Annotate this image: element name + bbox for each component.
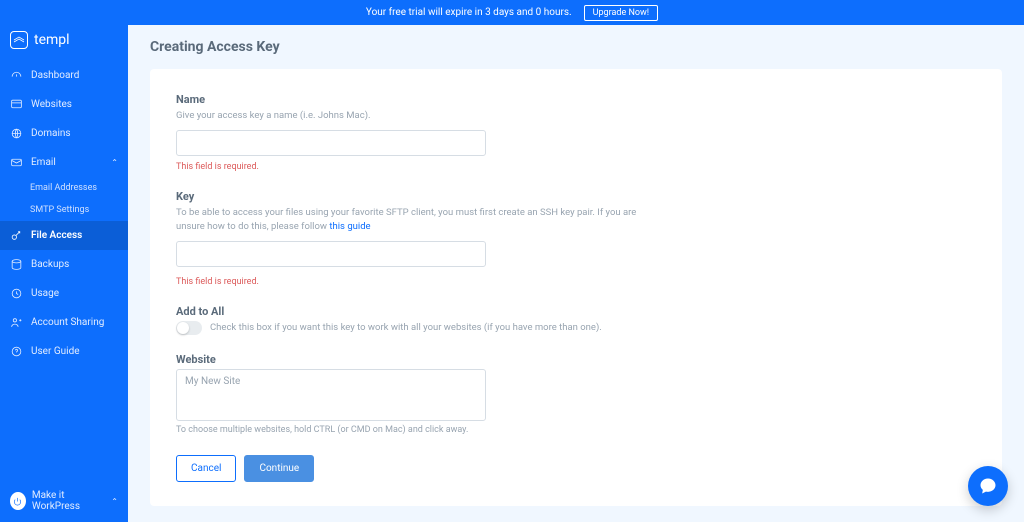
brand-name: templ	[34, 32, 70, 48]
continue-button[interactable]: Continue	[244, 455, 314, 482]
sidebar-item-label: File Access	[31, 230, 82, 241]
website-label: Website	[176, 353, 656, 366]
form-card: Name Give your access key a name (i.e. J…	[150, 69, 1002, 506]
banner-message: Your free trial will expire in 3 days an…	[366, 7, 572, 18]
website-field: Website My New Site To choose multiple w…	[176, 353, 656, 435]
sharing-icon	[10, 316, 23, 329]
sidebar-item-usage[interactable]: Usage	[0, 279, 128, 308]
sidebar-footer-label: Make it WorkPress	[32, 490, 105, 512]
add-to-all-desc: Check this box if you want this key to w…	[210, 322, 602, 333]
key-error: This field is required.	[176, 277, 656, 287]
chat-launcher[interactable]	[968, 466, 1008, 506]
sidebar-sub-email-addresses[interactable]: Email Addresses	[0, 177, 128, 199]
sidebar-item-label: Dashboard	[31, 70, 79, 81]
help-icon	[10, 345, 23, 358]
sidebar: templ Dashboard Websites Domains Email ⌃…	[0, 25, 128, 522]
backups-icon	[10, 258, 23, 271]
sidebar-item-email[interactable]: Email ⌃	[0, 148, 128, 177]
name-label: Name	[176, 93, 656, 106]
sidebar-footer[interactable]: Make it WorkPress ⌃	[0, 480, 128, 522]
name-help: Give your access key a name (i.e. Johns …	[176, 109, 656, 122]
sidebar-item-backups[interactable]: Backups	[0, 250, 128, 279]
cancel-button[interactable]: Cancel	[176, 455, 236, 482]
name-error: This field is required.	[176, 162, 656, 172]
add-to-all-field: Add to All Check this box if you want th…	[176, 305, 656, 335]
key-input[interactable]	[176, 241, 486, 267]
form-actions: Cancel Continue	[176, 455, 976, 482]
brand-logo-icon	[10, 31, 28, 49]
trial-banner: Your free trial will expire in 3 days an…	[0, 0, 1024, 25]
sidebar-sub-smtp-settings[interactable]: SMTP Settings	[0, 199, 128, 221]
sidebar-item-label: Domains	[31, 128, 71, 139]
sidebar-item-label: Backups	[31, 259, 69, 270]
key-label: Key	[176, 190, 656, 203]
name-field: Name Give your access key a name (i.e. J…	[176, 93, 656, 172]
sidebar-item-label: User Guide	[31, 346, 80, 357]
brand[interactable]: templ	[0, 25, 128, 55]
domains-icon	[10, 127, 23, 140]
usage-icon	[10, 287, 23, 300]
sidebar-nav: Dashboard Websites Domains Email ⌃ Email…	[0, 61, 128, 366]
chevron-up-icon: ⌃	[111, 497, 118, 506]
chevron-up-icon: ⌃	[111, 158, 118, 167]
add-to-all-label: Add to All	[176, 305, 656, 318]
sidebar-item-label: Websites	[31, 99, 72, 110]
key-help-text: To be able to access your files using yo…	[176, 207, 636, 231]
dashboard-icon	[10, 69, 23, 82]
page-title: Creating Access Key	[150, 39, 1002, 55]
name-input[interactable]	[176, 130, 486, 156]
add-to-all-toggle[interactable]	[176, 321, 202, 335]
key-icon	[10, 229, 23, 242]
key-field: Key To be able to access your files usin…	[176, 190, 656, 287]
key-help: To be able to access your files using yo…	[176, 206, 656, 233]
sidebar-item-file-access[interactable]: File Access	[0, 221, 128, 250]
sidebar-item-label: Usage	[31, 288, 59, 299]
power-icon	[10, 492, 26, 510]
sidebar-item-dashboard[interactable]: Dashboard	[0, 61, 128, 90]
upgrade-button[interactable]: Upgrade Now!	[584, 5, 658, 21]
key-guide-link[interactable]: this guide	[329, 221, 370, 232]
website-hint: To choose multiple websites, hold CTRL (…	[176, 425, 656, 435]
sidebar-item-label: Email	[31, 157, 56, 168]
website-option[interactable]: My New Site	[177, 370, 485, 393]
websites-icon	[10, 98, 23, 111]
sidebar-item-account-sharing[interactable]: Account Sharing	[0, 308, 128, 337]
sidebar-item-domains[interactable]: Domains	[0, 119, 128, 148]
sidebar-item-websites[interactable]: Websites	[0, 90, 128, 119]
sidebar-item-label: Account Sharing	[31, 317, 104, 328]
email-icon	[10, 156, 23, 169]
chat-icon	[978, 476, 998, 496]
website-select[interactable]: My New Site	[176, 369, 486, 421]
sidebar-item-user-guide[interactable]: User Guide	[0, 337, 128, 366]
main-content: Creating Access Key Name Give your acces…	[128, 25, 1024, 522]
